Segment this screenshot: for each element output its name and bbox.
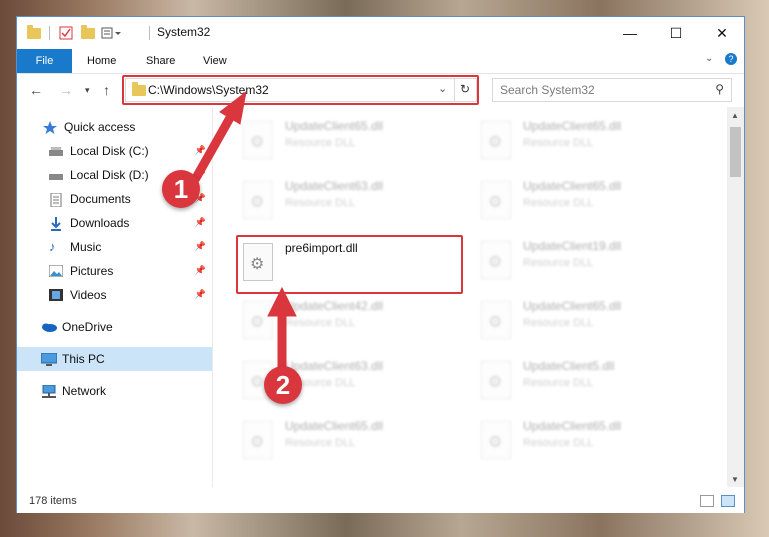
step-2-badge: 2 — [264, 366, 302, 404]
annotation-arrows — [191, 90, 297, 380]
step-1-badge: 1 — [162, 170, 200, 208]
